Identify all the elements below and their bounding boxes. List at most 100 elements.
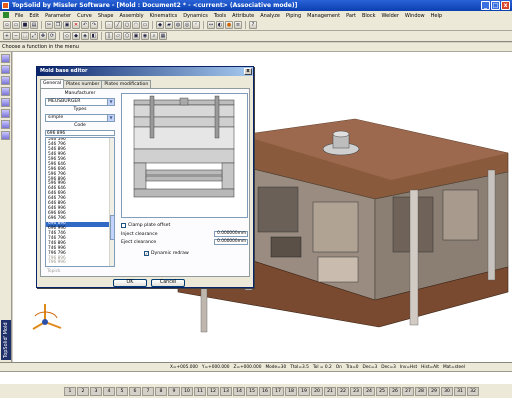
hidden-lines-icon[interactable]: ◈ [81,32,89,40]
menu-kinematics[interactable]: Kinematics [147,13,181,19]
inject-clearance-input[interactable]: 0.000000mm [214,231,248,237]
extrude-icon[interactable]: ▰ [165,21,173,29]
tab-plates-modification[interactable]: Plates modification [101,80,152,88]
eject-clearance-input[interactable]: 0.000000mm [214,239,248,245]
point-icon[interactable]: · [105,21,113,29]
cut-icon[interactable]: ✂ [45,21,53,29]
measure-icon[interactable]: ↔ [207,21,215,29]
function-key-16[interactable]: 16 [259,386,271,396]
rotate-icon[interactable]: ⟳ [48,32,56,40]
cooling-icon[interactable] [1,109,10,118]
cavity-icon[interactable] [1,76,10,85]
function-key-14[interactable]: 14 [233,386,245,396]
view-front-icon[interactable]: ▯ [105,32,113,40]
minimize-button[interactable]: _ [481,1,490,10]
function-key-27[interactable]: 27 [402,386,414,396]
menu-dynamics[interactable]: Dynamics [180,13,211,19]
types-select[interactable]: simple ▼ [45,114,115,122]
function-key-12[interactable]: 12 [207,386,219,396]
function-key-19[interactable]: 19 [298,386,310,396]
function-key-9[interactable]: 9 [168,386,180,396]
menu-file[interactable]: File [12,13,26,19]
function-key-2[interactable]: 2 [77,386,89,396]
menu-management[interactable]: Management [304,13,343,19]
revolve-icon[interactable]: ◍ [174,21,182,29]
function-key-26[interactable]: 26 [389,386,401,396]
undo-icon[interactable]: ↶ [81,21,89,29]
chevron-down-icon[interactable]: ▼ [107,115,114,121]
camera-icon[interactable]: ◉ [141,32,149,40]
redo-icon[interactable]: ↷ [90,21,98,29]
print-icon[interactable]: ▤ [30,21,38,29]
menu-help[interactable]: Help [428,13,445,19]
dialog-close-button[interactable]: x [244,68,252,75]
function-key-7[interactable]: 7 [142,386,154,396]
help-icon[interactable]: ? [249,21,257,29]
function-key-4[interactable]: 4 [103,386,115,396]
code-input[interactable]: 696 896 [45,130,115,136]
menu-part[interactable]: Part [343,13,359,19]
attribute-icon[interactable]: ◐ [216,21,224,29]
fillet-icon[interactable]: ◜ [192,21,200,29]
function-key-17[interactable]: 17 [272,386,284,396]
color-icon[interactable]: ● [225,21,233,29]
mold-icon[interactable] [1,54,10,63]
rectangle-icon[interactable]: ▭ [141,21,149,29]
function-key-29[interactable]: 29 [428,386,440,396]
view-iso-icon[interactable]: ⬡ [123,32,131,40]
function-key-1[interactable]: 1 [64,386,76,396]
circle-icon[interactable]: ○ [123,21,131,29]
command-line[interactable] [0,371,512,384]
search-icon[interactable]: ⌕ [150,32,158,40]
menu-welder[interactable]: Welder [379,13,402,19]
wireframe-icon[interactable]: ◇ [63,32,71,40]
dialog-title-bar[interactable]: Mold base editor x [37,67,253,76]
menu-piping[interactable]: Piping [283,13,304,19]
tab-plates-number[interactable]: Plates number [63,80,103,88]
code-list-item[interactable]: 796 996 [46,260,114,266]
new-icon[interactable]: ▫ [3,21,11,29]
render-icon[interactable]: ▦ [159,32,167,40]
document-icon[interactable] [3,12,9,18]
menu-window[interactable]: Window [402,13,428,19]
zoom-fit-icon[interactable]: ⤢ [30,32,38,40]
zoom-in-icon[interactable]: + [3,32,11,40]
function-key-6[interactable]: 6 [129,386,141,396]
function-key-23[interactable]: 23 [350,386,362,396]
menu-parameter[interactable]: Parameter [42,13,74,19]
menu-edit[interactable]: Edit [26,13,42,19]
zoom-out-icon[interactable]: − [12,32,20,40]
function-key-28[interactable]: 28 [415,386,427,396]
dynamic-redraw-checkbox[interactable]: ✓ [144,251,149,256]
function-key-10[interactable]: 10 [181,386,193,396]
shaded-icon[interactable]: ◆ [72,32,80,40]
scrollbar-thumb[interactable] [110,214,114,241]
dynamic-redraw-option[interactable]: ✓ Dynamic redraw [144,251,189,256]
function-key-18[interactable]: 18 [285,386,297,396]
arc-icon[interactable]: ◠ [132,21,140,29]
menu-tools[interactable]: Tools [211,13,229,19]
section-icon[interactable]: ◧ [90,32,98,40]
layer-icon[interactable]: ≡ [234,21,242,29]
menu-curve[interactable]: Curve [74,13,95,19]
function-key-5[interactable]: 5 [116,386,128,396]
function-key-8[interactable]: 8 [155,386,167,396]
open-icon[interactable]: ▭ [12,21,20,29]
topick-button[interactable]: Topick [47,269,61,274]
hole-icon[interactable]: ◎ [183,21,191,29]
tab-general[interactable]: General [40,79,65,88]
copy-icon[interactable]: ❐ [54,21,62,29]
clamp-plate-offset-option[interactable]: Clamp plate offset [121,223,170,228]
function-key-24[interactable]: 24 [363,386,375,396]
menu-assembly[interactable]: Assembly [117,13,147,19]
shape-icon[interactable]: ◆ [156,21,164,29]
core-icon[interactable] [1,87,10,96]
function-key-11[interactable]: 11 [194,386,206,396]
menu-shape[interactable]: Shape [95,13,117,19]
function-key-21[interactable]: 21 [324,386,336,396]
function-key-25[interactable]: 25 [376,386,388,396]
code-list-scrollbar[interactable] [109,138,114,266]
screen-icon[interactable]: ▣ [132,32,140,40]
save-icon[interactable]: ■ [21,21,29,29]
menu-attribute[interactable]: Attribute [229,13,257,19]
